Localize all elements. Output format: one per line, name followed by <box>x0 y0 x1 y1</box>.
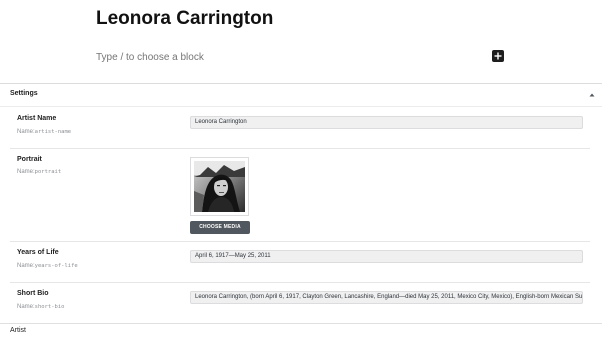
field-key-value: artist-name <box>34 129 72 135</box>
block-inserter-button[interactable] <box>492 50 504 62</box>
field-key: Name:portrait <box>17 169 61 175</box>
metabox-header[interactable]: Settings <box>0 84 602 107</box>
breadcrumb-item[interactable]: Artist <box>10 327 26 334</box>
artist-name-input[interactable]: Leonora Carrington <box>190 116 583 129</box>
field-label: Portrait <box>17 156 42 163</box>
short-bio-input[interactable]: Leonora Carrington, (born April 6, 1917,… <box>190 291 583 304</box>
editor-canvas: Leonora Carrington Type / to choose a bl… <box>0 0 602 83</box>
field-key-value: portrait <box>34 169 62 175</box>
portrait-image[interactable] <box>190 157 249 216</box>
years-of-life-input[interactable]: April 6, 1917—May 25, 2011 <box>190 250 583 263</box>
choose-media-button[interactable]: CHOOSE MEDIA <box>190 221 250 234</box>
block-placeholder[interactable]: Type / to choose a block <box>96 52 204 63</box>
field-label: Short Bio <box>17 290 49 297</box>
field-key-value: years-of-life <box>34 263 78 269</box>
field-key: Name:artist-name <box>17 129 71 135</box>
field-key-prefix: Name: <box>17 129 35 135</box>
field-label: Years of Life <box>17 249 59 256</box>
post-title[interactable]: Leonora Carrington <box>96 8 273 30</box>
field-row-portrait: Portrait Name:portrait CHOOSE MEDIA <box>10 149 590 242</box>
field-row-artist-name: Artist Name Name:artist-name Leonora Car… <box>10 107 590 149</box>
field-key-prefix: Name: <box>17 169 35 175</box>
field-key: Name:short-bio <box>17 304 64 310</box>
field-key: Name:years-of-life <box>17 263 78 269</box>
portrait-photo <box>194 161 245 212</box>
metabox-title: Settings <box>10 90 38 97</box>
field-key-value: short-bio <box>34 304 65 310</box>
triangle-up-icon[interactable] <box>588 91 596 99</box>
field-key-prefix: Name: <box>17 304 35 310</box>
field-key-prefix: Name: <box>17 263 35 269</box>
field-row-years-of-life: Years of Life Name:years-of-life April 6… <box>10 242 590 283</box>
field-label: Artist Name <box>17 115 57 122</box>
settings-metabox: Settings Artist Name Name:artist-name Le… <box>0 83 602 324</box>
field-row-short-bio: Short Bio Name:short-bio Leonora Carring… <box>10 283 590 323</box>
editor-footer: Artist <box>0 323 602 338</box>
plus-icon <box>494 52 502 60</box>
